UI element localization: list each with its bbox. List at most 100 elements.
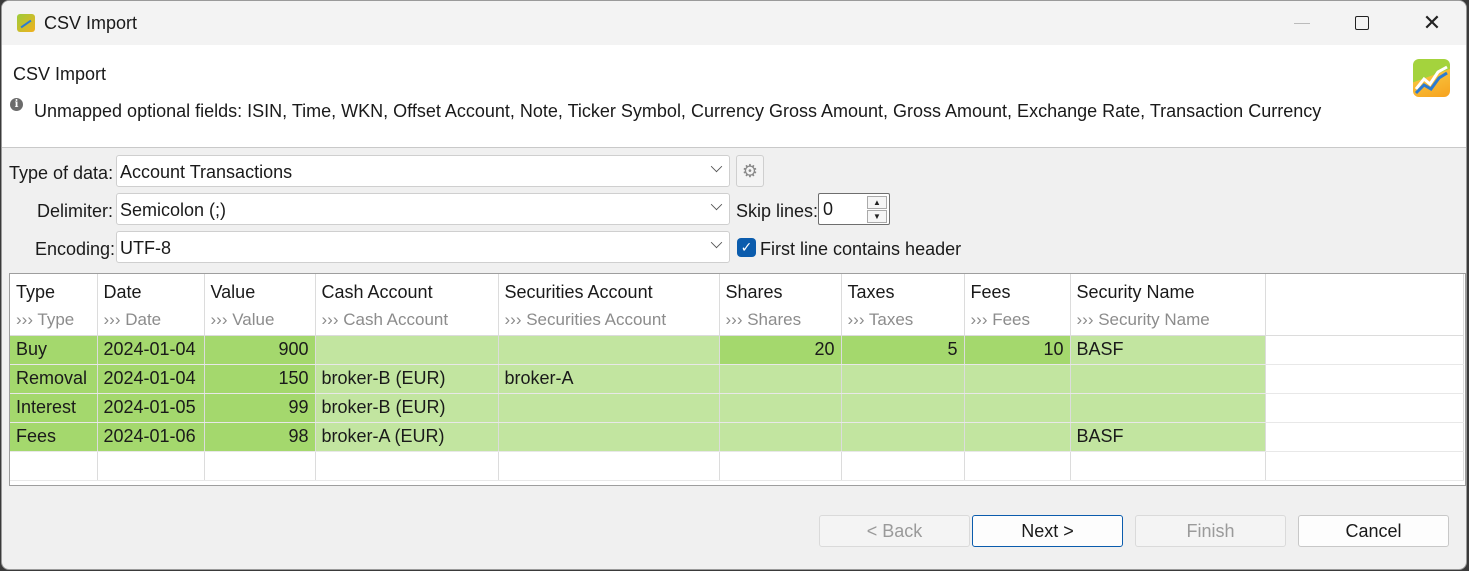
table-cell: [1070, 364, 1266, 394]
table-cell: [719, 393, 842, 423]
cancel-button[interactable]: Cancel: [1298, 515, 1449, 547]
table-cell: 20: [719, 335, 842, 365]
table-cell: 5: [841, 335, 965, 365]
page-title: CSV Import: [13, 64, 107, 84]
table-row[interactable]: Removal 2024-01-04 150 broker-B (EUR) broker…: [10, 364, 1464, 394]
table-cell: BASF: [1070, 422, 1266, 452]
empty-cell: [719, 451, 842, 481]
table-cell: broker-A (EUR): [315, 422, 499, 452]
table-cell: [498, 422, 720, 452]
increment-button[interactable]: ▲: [867, 196, 887, 209]
table-cell: [964, 364, 1071, 394]
table-cell: BASF: [1070, 335, 1266, 365]
table-cell: 2024-01-06: [97, 422, 205, 452]
empty-row: [10, 451, 1464, 481]
unmapped-fields-message: Unmapped optional fields: ISIN, Time, WK…: [34, 101, 1322, 121]
type-of-data-value: Account Transactions: [120, 162, 293, 182]
skip-lines-value: 0: [823, 199, 834, 219]
encoding-label: Encoding:: [35, 239, 116, 259]
decrement-button[interactable]: ▼: [867, 210, 887, 223]
app-icon: [17, 14, 35, 32]
close-button[interactable]: ✕: [1397, 1, 1466, 45]
empty-cell: [10, 451, 98, 481]
table-row[interactable]: Buy 2024-01-04 900 20 5 10 BASF: [10, 335, 1464, 365]
delimiter-select[interactable]: Semicolon (;): [116, 193, 730, 225]
table-cell: 2024-01-04: [97, 364, 205, 394]
empty-cell: [1265, 451, 1464, 481]
table-cell: 2024-01-04: [97, 335, 205, 365]
table-cell: Buy: [10, 335, 98, 365]
table-cell: broker-B (EUR): [315, 393, 499, 423]
maximize-icon: [1355, 16, 1369, 30]
column-header[interactable]: Shares: [719, 274, 842, 306]
column-mapping[interactable]: ››› Fees: [964, 306, 1071, 336]
csv-import-dialog: CSV Import ✕ CSV Import i Unmapped optio…: [1, 0, 1467, 570]
minimize-icon: [1294, 22, 1310, 24]
wizard-header: CSV Import i Unmapped optional fields: I…: [2, 45, 1466, 148]
preview-table: Type Date Value Cash Account Securities Acco…: [9, 273, 1466, 486]
column-header[interactable]: Taxes: [841, 274, 965, 306]
table-row[interactable]: Fees 2024-01-06 98 broker-A (EUR) BASF: [10, 422, 1464, 452]
table-cell: 98: [204, 422, 316, 452]
encoding-value: UTF-8: [120, 238, 171, 258]
column-header[interactable]: Security Name: [1070, 274, 1266, 306]
table-cell: [719, 364, 842, 394]
table-cell: 150: [204, 364, 316, 394]
next-button[interactable]: Next >: [972, 515, 1123, 547]
column-mapping[interactable]: ››› Value: [204, 306, 316, 336]
filler-cell: [1265, 393, 1464, 423]
column-header[interactable]: Date: [97, 274, 205, 306]
info-icon: i: [10, 98, 23, 111]
header-checkbox-label[interactable]: First line contains header: [760, 239, 961, 260]
preview-grid: Type Date Value Cash Account Securities Acco…: [10, 274, 1464, 481]
encoding-select[interactable]: UTF-8: [116, 231, 730, 263]
empty-cell: [97, 451, 205, 481]
column-mapping[interactable]: ››› Securities Account: [498, 306, 720, 336]
column-header[interactable]: Cash Account: [315, 274, 499, 306]
back-button[interactable]: < Back: [819, 515, 970, 547]
column-mapping[interactable]: ››› Security Name: [1070, 306, 1266, 336]
table-cell: [315, 335, 499, 365]
type-of-data-label: Type of data:: [9, 163, 114, 183]
table-cell: 99: [204, 393, 316, 423]
filler-header: [1265, 306, 1464, 336]
column-mapping[interactable]: ››› Type: [10, 306, 98, 336]
table-cell: Fees: [10, 422, 98, 452]
skip-lines-label: Skip lines:: [736, 201, 819, 221]
column-header[interactable]: Value: [204, 274, 316, 306]
column-mapping[interactable]: ››› Taxes: [841, 306, 965, 336]
empty-cell: [964, 451, 1071, 481]
type-of-data-select[interactable]: Account Transactions: [116, 155, 730, 187]
close-icon: ✕: [1422, 10, 1442, 35]
chevron-down-icon: [710, 198, 723, 211]
table-row[interactable]: Interest 2024-01-05 99 broker-B (EUR): [10, 393, 1464, 423]
app-logo: [1413, 59, 1450, 97]
column-mapping[interactable]: ››› Cash Account: [315, 306, 499, 336]
empty-cell: [1070, 451, 1266, 481]
skip-lines-stepper[interactable]: 0 ▲ ▼: [818, 193, 890, 225]
table-cell: Interest: [10, 393, 98, 423]
table-cell: [498, 393, 720, 423]
table-cell: 10: [964, 335, 1071, 365]
empty-cell: [498, 451, 720, 481]
table-cell: [964, 393, 1071, 423]
filler-cell: [1265, 335, 1464, 365]
maximize-button[interactable]: [1327, 1, 1397, 45]
filler-header: [1265, 274, 1464, 306]
filler-cell: [1265, 364, 1464, 394]
column-header[interactable]: Securities Account: [498, 274, 720, 306]
settings-button[interactable]: ⚙: [736, 155, 764, 187]
checkmark-icon: ✓: [740, 239, 753, 255]
column-mapping[interactable]: ››› Shares: [719, 306, 842, 336]
finish-button[interactable]: Finish: [1135, 515, 1286, 547]
header-checkbox[interactable]: ✓: [737, 238, 756, 257]
gear-icon: ⚙: [741, 160, 759, 181]
column-mapping[interactable]: ››› Date: [97, 306, 205, 336]
chevron-down-icon: [710, 160, 723, 173]
window-title: CSV Import: [44, 13, 138, 33]
table-cell: [964, 422, 1071, 452]
table-cell: [1070, 393, 1266, 423]
table-cell: [841, 364, 965, 394]
column-header[interactable]: Fees: [964, 274, 1071, 306]
column-header[interactable]: Type: [10, 274, 98, 306]
